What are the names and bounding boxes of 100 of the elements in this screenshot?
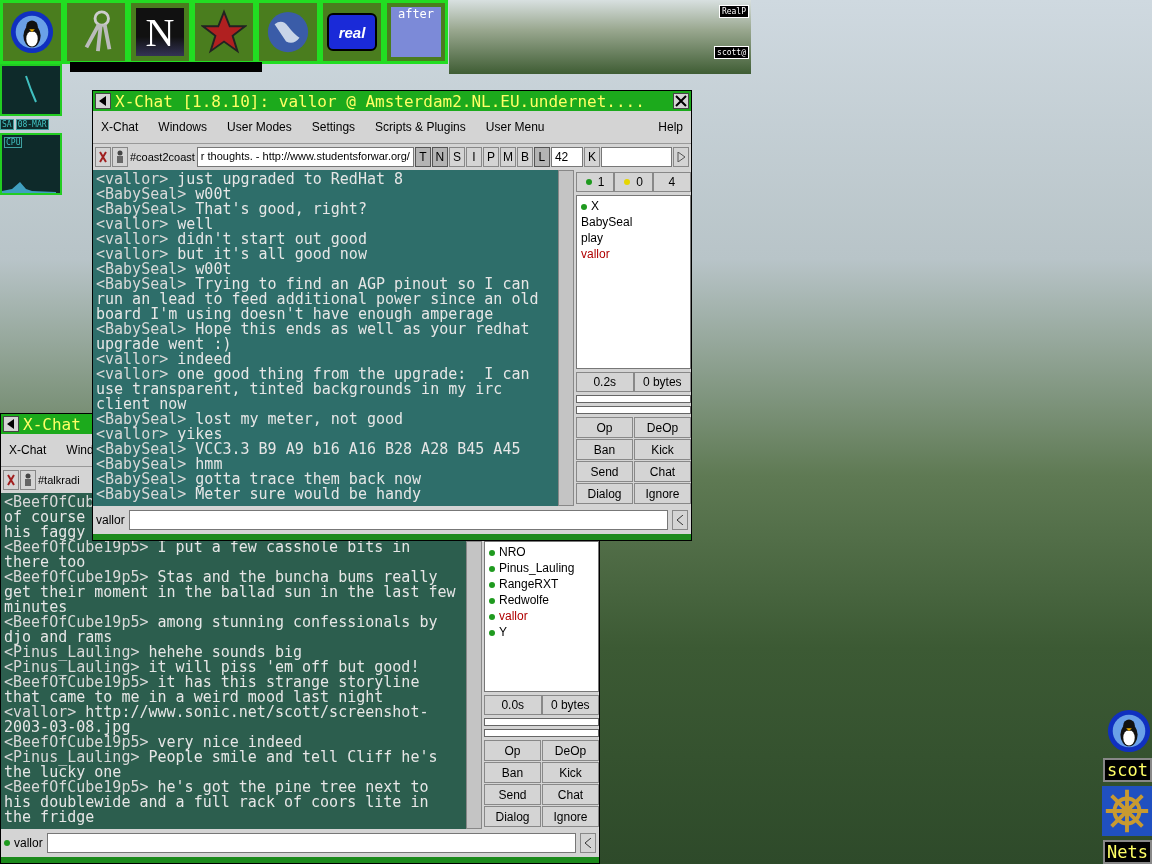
person-button[interactable] (112, 147, 128, 167)
chevron-icon (585, 838, 591, 848)
right-triangle-icon (677, 152, 685, 162)
chat-line: <Pinus_Lauling> it will piss 'em off but good! (4, 660, 420, 675)
scrollbar[interactable] (466, 541, 482, 829)
user-action-button[interactable]: Send (576, 461, 633, 482)
user-list-item[interactable]: NRO (489, 545, 594, 560)
chat-line: <BabySeal> gotta trace them back now (96, 472, 422, 487)
chat-line: <BeefOfCube19p5> very nice indeed (4, 735, 303, 750)
user-action-button[interactable]: Chat (542, 784, 599, 805)
user-count-button[interactable]: 1 (576, 172, 615, 192)
mode-toggle[interactable]: S (448, 147, 465, 167)
mode-toggle[interactable]: M (499, 147, 516, 167)
key-field[interactable] (600, 147, 672, 167)
user-list[interactable]: X BabySeal play vallor (576, 195, 691, 369)
close-button[interactable] (673, 93, 689, 109)
chat-line: <BabySeal> That's good, right? (96, 202, 367, 217)
menu-item[interactable]: Windows (158, 120, 208, 134)
penguin-icon[interactable] (1106, 708, 1152, 754)
user-list[interactable]: NRO Pinus_Lauling RangeRXT Redwolfe vallor Y (484, 541, 599, 692)
letter-logo-icon[interactable]: N (136, 8, 184, 56)
throughput-meter[interactable]: 0 bytes (633, 372, 691, 392)
mode-toggle[interactable]: B (516, 147, 533, 167)
user-list-item[interactable]: BabySeal (581, 215, 686, 230)
key-toggle[interactable]: K (583, 147, 600, 167)
mode-toggle[interactable]: T (414, 147, 431, 167)
chat-line: <BabySeal> w00t (96, 262, 232, 277)
window-title: X-Chat [1.8.10]: vallor @ Amsterdam2.NL.EU.undernet.... (115, 91, 645, 111)
person-button[interactable] (20, 470, 36, 490)
expand-button[interactable] (673, 147, 689, 167)
chat-line: <BabySeal> w00t (96, 187, 232, 202)
collapse-button[interactable] (672, 510, 688, 530)
menu-item[interactable]: User Modes (227, 120, 292, 134)
mode-toggle[interactable]: N (431, 147, 448, 167)
message-input[interactable] (46, 833, 576, 853)
lag-meter[interactable]: 0.2s (576, 372, 634, 392)
message-input[interactable] (128, 510, 668, 530)
menu-item[interactable]: Settings (311, 120, 356, 134)
user-list-item[interactable]: play (581, 231, 686, 246)
topic-field[interactable]: r thoughts. - http://www.studentsforwar.org/ (196, 147, 414, 167)
nick-button[interactable]: vallor (14, 836, 43, 850)
chat-line: his faggy (4, 525, 86, 540)
user-action-button[interactable]: Ban (576, 439, 633, 460)
menu-item[interactable]: X-Chat (101, 120, 139, 134)
window-menu-button[interactable] (3, 416, 19, 432)
user-action-button[interactable]: DeOp (542, 740, 599, 761)
lag-meter[interactable]: 0.0s (484, 695, 542, 715)
close-tab-button[interactable] (95, 147, 111, 167)
task-label[interactable]: Nets (1103, 840, 1152, 864)
user-action-button[interactable]: Op (576, 417, 633, 438)
collapse-button[interactable] (580, 833, 596, 853)
user-list-item[interactable]: X (581, 199, 686, 214)
nick-button[interactable]: vallor (96, 513, 125, 527)
user-list-item[interactable]: RangeRXT (489, 577, 594, 592)
user-list-item[interactable]: Redwolfe (489, 593, 594, 608)
channel-name: #talkradi (37, 474, 81, 486)
user-list-item[interactable]: Y (489, 625, 594, 640)
user-action-button[interactable]: Ignore (542, 806, 599, 827)
user-count-button[interactable]: 4 (652, 172, 691, 192)
globe-icon[interactable] (265, 9, 311, 55)
user-action-button[interactable]: Ban (484, 762, 541, 783)
close-icon (98, 151, 108, 163)
mode-toggle[interactable]: I (465, 147, 482, 167)
user-action-button[interactable]: Chat (634, 461, 691, 482)
close-tab-button[interactable] (3, 470, 19, 490)
chat-line: <BabySeal> Hope this ends as well as your redhat upgrade went :) (96, 322, 531, 352)
penguin-icon[interactable] (9, 9, 55, 55)
chat-line: <vallor> yikes (96, 427, 223, 442)
user-list-item[interactable]: vallor (489, 609, 594, 624)
chat-line: <Pinus_Lauling> hehehe sounds big (4, 645, 303, 660)
user-action-button[interactable]: Op (484, 740, 541, 761)
real-logo-icon[interactable]: real (327, 13, 377, 51)
chat-line: <BabySeal> Meter sure would be handy (96, 487, 422, 502)
window-menu-button[interactable] (95, 93, 111, 109)
menu-item[interactable]: Scripts & Plugins (375, 120, 466, 134)
mode-toggle[interactable]: L (533, 147, 550, 167)
menu-item[interactable]: Help (658, 120, 683, 134)
limit-field[interactable]: 42 (550, 147, 583, 167)
task-label[interactable]: scot (1103, 758, 1152, 782)
star-icon[interactable] (201, 9, 247, 55)
user-action-button[interactable]: Dialog (484, 806, 541, 827)
close-icon (6, 474, 16, 486)
pager-label: RealP (718, 5, 749, 18)
desktop-pager[interactable]: RealP scott@ (449, 0, 751, 74)
chat-line: of course (4, 510, 86, 525)
user-list-item[interactable]: Pinus_Lauling (489, 561, 594, 576)
user-list-item[interactable]: vallor (581, 247, 686, 262)
user-action-button[interactable]: Kick (542, 762, 599, 783)
mode-toggle[interactable]: P (482, 147, 499, 167)
menu-item[interactable]: X-Chat (9, 443, 47, 457)
user-action-button[interactable]: DeOp (634, 417, 691, 438)
menu-item[interactable]: User Menu (485, 120, 545, 134)
user-action-button[interactable]: Ignore (634, 483, 691, 504)
scrollbar[interactable] (558, 170, 574, 506)
user-action-button[interactable]: Kick (634, 439, 691, 460)
user-count-button[interactable]: 0 (614, 172, 653, 192)
ship-wheel-icon[interactable] (1102, 786, 1152, 836)
user-action-button[interactable]: Dialog (576, 483, 633, 504)
user-action-button[interactable]: Send (484, 784, 541, 805)
throughput-meter[interactable]: 0 bytes (541, 695, 599, 715)
